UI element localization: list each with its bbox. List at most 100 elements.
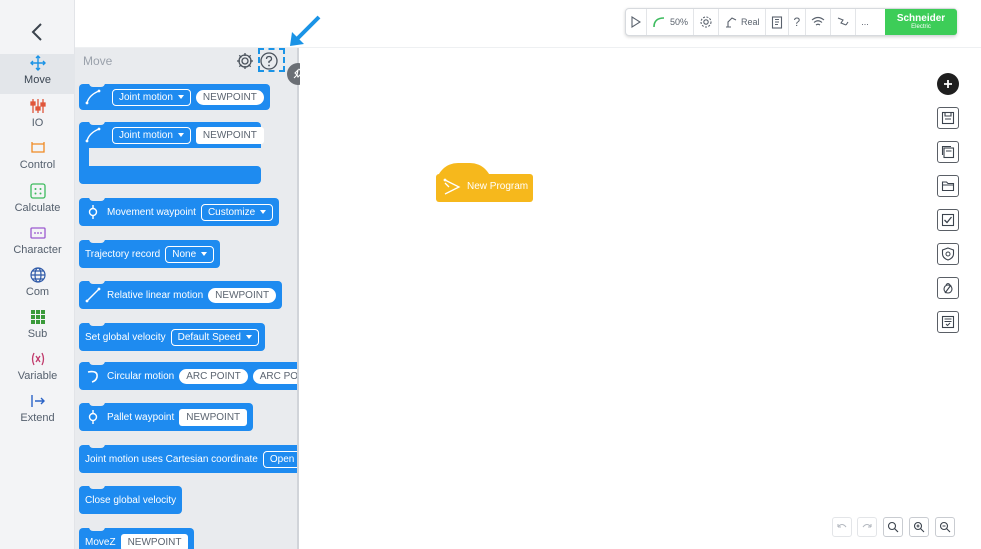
pallet-waypoint-block[interactable]: Pallet waypoint NEWPOINT	[79, 402, 254, 431]
waypoint-dropdown[interactable]: Customize	[200, 203, 274, 221]
arrow-annotation-icon	[290, 15, 321, 46]
schneider-logo: Schneider Electric	[885, 9, 957, 35]
point-chip[interactable]: NEWPOINT	[179, 408, 248, 426]
program-block-label: New Program	[467, 181, 529, 192]
magnifier-icon	[887, 521, 899, 533]
arc-path-icon	[85, 368, 101, 384]
chevron-left-icon	[31, 23, 42, 41]
robot-button[interactable]	[831, 9, 857, 35]
point-chip[interactable]: NEWPOINT	[195, 126, 264, 144]
movement-waypoint-block[interactable]: Movement waypoint Customize	[79, 197, 280, 226]
check-button[interactable]	[937, 209, 959, 231]
speed-dropdown[interactable]: Default Speed	[170, 328, 259, 346]
arc-point-chip[interactable]: ARC POIN	[252, 368, 297, 384]
category-label: Variable	[17, 370, 58, 382]
point-chip[interactable]: NEWPOINT	[120, 533, 189, 549]
robot-arm-icon	[726, 17, 737, 28]
category-sidebar: Move IO Control Calculate Character Com …	[0, 0, 75, 549]
grid-icon	[29, 308, 47, 326]
undo-button[interactable]	[832, 517, 852, 537]
speed-value: 50%	[670, 17, 689, 27]
robot-icon	[838, 17, 849, 26]
debug-button[interactable]	[937, 277, 959, 299]
block-label: Relative linear motion	[107, 289, 204, 301]
circular-motion-block[interactable]: Circular motion ARC POINT ARC POIN	[79, 361, 297, 390]
program-canvas[interactable]	[300, 48, 981, 549]
open-folder-button[interactable]	[937, 175, 959, 197]
back-button[interactable]	[22, 17, 52, 47]
cartesian-dropdown[interactable]: Open	[262, 450, 297, 468]
block-label: Set global velocity	[85, 331, 166, 343]
joint-motion-block-header: Joint motion NEWPOINT	[79, 121, 270, 148]
trajectory-record-block[interactable]: Trajectory record None	[79, 239, 221, 268]
container-arm	[79, 148, 89, 166]
variable-icon	[29, 350, 47, 368]
settings-button[interactable]	[694, 9, 720, 35]
safety-button[interactable]	[937, 243, 959, 265]
zoom-in-button[interactable]	[909, 517, 929, 537]
checkbox-icon	[941, 213, 955, 227]
category-io[interactable]: IO	[0, 97, 75, 137]
category-character[interactable]: Character	[0, 224, 75, 264]
zoom-reset-button[interactable]	[883, 517, 903, 537]
zoom-out-button[interactable]	[935, 517, 955, 537]
globe-icon	[29, 266, 47, 284]
relative-linear-motion-block[interactable]: Relative linear motion NEWPOINT	[79, 280, 283, 309]
debug-icon	[943, 282, 953, 294]
help-button[interactable]: ?	[789, 9, 807, 35]
joint-motion-block[interactable]: Joint motion NEWPOINT	[79, 83, 270, 110]
category-label: IO	[31, 117, 44, 129]
run-button[interactable]	[626, 9, 647, 35]
wifi-button[interactable]	[806, 9, 832, 35]
gear-icon[interactable]	[235, 51, 255, 71]
palette-title: Move	[83, 54, 113, 68]
block-label: MoveZ	[85, 536, 116, 548]
category-label: Sub	[27, 328, 48, 340]
category-label: Character	[13, 244, 62, 256]
category-sub[interactable]: Sub	[0, 308, 75, 348]
motion-type-dropdown[interactable]: Joint motion	[112, 88, 191, 106]
point-chip[interactable]: NEWPOINT	[208, 287, 277, 303]
category-label: Com	[25, 286, 50, 298]
calculate-icon	[29, 182, 47, 200]
save-button[interactable]	[937, 107, 959, 129]
add-button[interactable]	[937, 73, 959, 95]
mode-value: Real	[741, 17, 760, 27]
zoom-out-icon	[939, 521, 951, 533]
point-chip[interactable]: NEWPOINT	[195, 89, 264, 105]
category-extend[interactable]: Extend	[0, 392, 75, 432]
help-highlight	[258, 48, 285, 72]
category-control[interactable]: Control	[0, 139, 75, 179]
export-button[interactable]	[937, 311, 959, 333]
cartesian-joint-motion-block[interactable]: Joint motion uses Cartesian coordinate O…	[79, 444, 297, 473]
more-button[interactable]: ...	[856, 9, 874, 35]
block-label: Trajectory record	[85, 248, 161, 260]
category-com[interactable]: Com	[0, 266, 75, 306]
waypoint-icon	[85, 204, 101, 220]
movez-block[interactable]: MoveZ NEWPOINT	[79, 527, 195, 549]
redo-button[interactable]	[857, 517, 877, 537]
category-calculate[interactable]: Calculate	[0, 182, 75, 222]
new-program-block[interactable]: New Program	[436, 163, 533, 203]
category-variable[interactable]: Variable	[0, 350, 75, 390]
category-label: Control	[19, 159, 56, 171]
mode-selector[interactable]: Real	[719, 9, 766, 35]
io-icon	[29, 97, 47, 115]
container-bottom	[79, 166, 261, 184]
speed-control[interactable]: 50%	[647, 9, 695, 35]
wifi-icon	[811, 16, 825, 26]
save-as-button[interactable]	[937, 141, 959, 163]
block-label: Joint motion uses Cartesian coordinate	[85, 453, 258, 465]
motion-type-dropdown[interactable]: Joint motion	[112, 126, 191, 144]
brand-sub: Electric	[911, 24, 931, 30]
extend-icon	[29, 392, 47, 410]
set-global-velocity-block[interactable]: Set global velocity Default Speed	[79, 322, 265, 351]
arc-point-chip[interactable]: ARC POINT	[179, 368, 248, 384]
dropdown-value: Customize	[207, 206, 256, 218]
category-move[interactable]: Move	[0, 54, 75, 94]
close-global-velocity-block[interactable]: Close global velocity	[79, 485, 183, 514]
block-label: Pallet waypoint	[107, 411, 175, 423]
trajectory-dropdown[interactable]: None	[165, 245, 215, 263]
clipboard-button[interactable]	[766, 9, 789, 35]
program-start-icon	[443, 178, 461, 195]
